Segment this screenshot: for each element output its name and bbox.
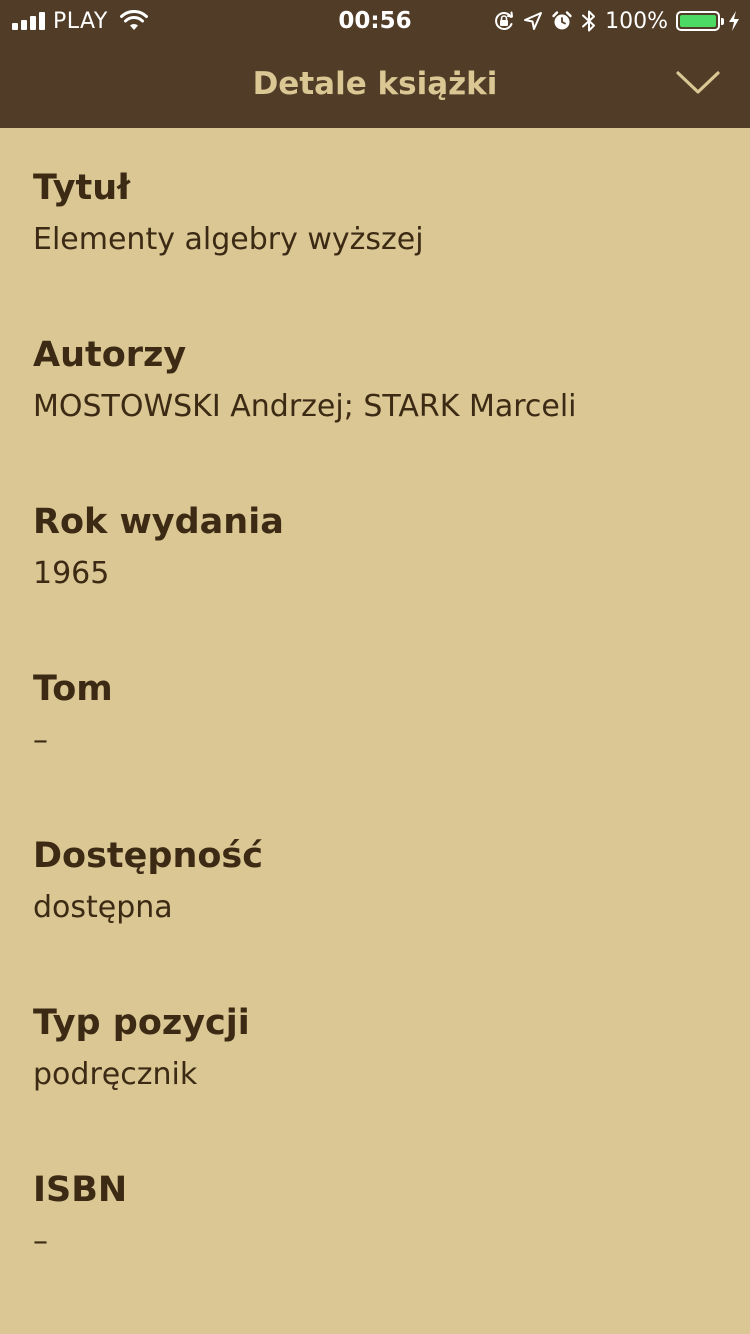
- charging-bolt-icon: [729, 11, 739, 31]
- detail-label: Dostępność: [33, 836, 263, 876]
- orientation-lock-icon: [495, 11, 514, 30]
- detail-volume: Tom –: [33, 629, 723, 796]
- bluetooth-icon: [582, 10, 596, 32]
- detail-value: 1965: [33, 556, 110, 591]
- battery-percentage: 100%: [605, 8, 668, 34]
- battery-tip: [721, 18, 724, 25]
- location-arrow-icon: [524, 12, 543, 30]
- detail-label: Tytuł: [33, 168, 131, 208]
- chevron-down-icon[interactable]: [676, 70, 720, 96]
- detail-value: –: [33, 1224, 48, 1259]
- detail-label: ISBN: [33, 1170, 128, 1210]
- detail-label: Autorzy: [33, 335, 187, 375]
- detail-year: Rok wydania 1965: [33, 462, 723, 629]
- detail-item-type: Typ pozycji podręcznik: [33, 963, 723, 1130]
- detail-isbn: ISBN –: [33, 1130, 723, 1297]
- alarm-clock-icon: [552, 11, 572, 30]
- detail-label: Rok wydania: [33, 502, 284, 542]
- page-title: Detale książki: [252, 66, 498, 102]
- battery-icon: [676, 11, 724, 31]
- detail-value: –: [33, 723, 48, 758]
- detail-value: MOSTOWSKI Andrzej; STARK Marceli: [33, 389, 577, 424]
- status-right: 100%: [493, 6, 740, 36]
- detail-label: Typ pozycji: [33, 1003, 250, 1043]
- detail-value: dostępna: [33, 890, 173, 925]
- battery-fill: [680, 15, 716, 27]
- detail-label: Tom: [33, 669, 113, 709]
- status-bar: PLAY 00:56 100%: [0, 0, 750, 40]
- detail-title: Tytuł Elementy algebry wyższej: [33, 128, 723, 295]
- header-bar: PLAY 00:56 100% Detale książki: [0, 0, 750, 128]
- detail-value: podręcznik: [33, 1057, 198, 1092]
- detail-availability: Dostępność dostępna: [33, 796, 723, 963]
- detail-authors: Autorzy MOSTOWSKI Andrzej; STARK Marceli: [33, 295, 723, 462]
- detail-value: Elementy algebry wyższej: [33, 222, 424, 257]
- book-details: Tytuł Elementy algebry wyższej Autorzy M…: [33, 128, 723, 1297]
